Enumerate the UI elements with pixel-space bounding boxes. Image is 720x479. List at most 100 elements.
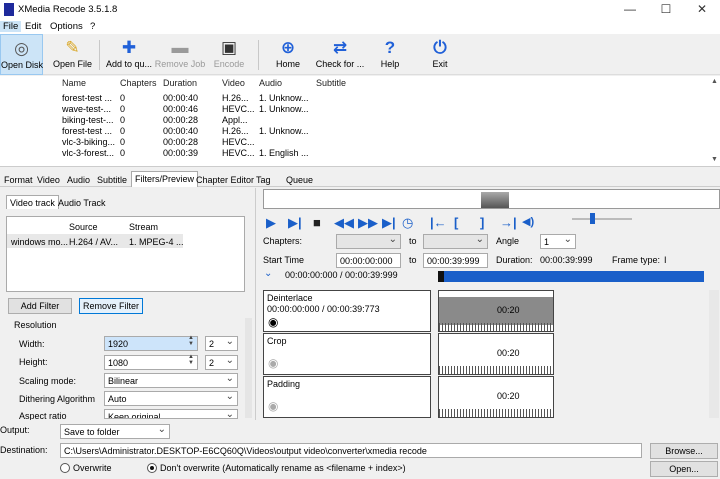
chapter-end-select[interactable] [423,234,488,249]
dont-overwrite-label: Don't overwrite (Automatically rename as… [160,463,406,473]
scaling-mode-select[interactable]: Bilinear [104,373,238,388]
eye-icon[interactable]: ◉ [268,399,278,413]
minimize-button[interactable]: — [612,0,648,20]
table-row[interactable]: forest-test ... 0 00:00:40 H.26... 1. Unknow… [0,93,700,104]
mark-out-icon[interactable]: →| [500,215,517,230]
filters-scrollbar[interactable] [709,290,719,418]
filter-timeline[interactable]: 00:20 [438,290,554,332]
tab-format[interactable]: Format [1,173,36,187]
filter-crop[interactable]: Crop ◉ [263,333,431,375]
tab-subtitle[interactable]: Subtitle [94,173,130,187]
open-file-button[interactable]: ✎ Open File [50,34,95,75]
timeline-time: 00:20 [497,348,520,358]
dithering-select[interactable]: Auto [104,391,238,406]
duration-label: Duration: [496,255,533,265]
column-header-video[interactable]: Video [222,78,245,92]
volume-slider-thumb[interactable] [590,213,595,224]
home-button[interactable]: ⊕ Home [268,34,308,75]
remove-job-button[interactable]: ▬ Remove Job [154,34,206,75]
table-row[interactable]: vlc-3-forest... 0 00:00:39 HEVC... 1. Englis… [0,148,700,159]
collapse-chevron-icon[interactable]: ⌄ [264,268,272,279]
chapter-start-select[interactable] [336,234,401,249]
check-for-updates-button[interactable]: ⇄ Check for ... [312,34,368,75]
row-duration: 00:00:28 [163,137,199,147]
filter-deinterlace[interactable]: Deinterlace 00:00:00:000 / 00:00:39:773 … [263,290,431,332]
add-to-queue-button[interactable]: ✚ Add to qu... [104,34,154,75]
tab-audio[interactable]: Audio [64,173,93,187]
close-button[interactable]: ✕ [684,0,720,20]
clock-icon[interactable]: ◷ [402,215,413,231]
aspect-ratio-select[interactable]: Keep original [104,409,238,419]
width-spinner[interactable]: ▲ ▼ [188,335,194,347]
open-button[interactable]: Open... [650,461,718,477]
column-header-name[interactable]: Name [62,78,86,92]
table-row[interactable]: wave-test-... 0 00:00:46 HEVC... 1. Unknow..… [0,104,700,115]
menu-file[interactable]: File [0,21,22,32]
frame-type-label: Frame type: [612,255,661,265]
file-list[interactable]: Name Chapters Duration Video Audio Subti… [0,76,720,167]
height-input[interactable]: 1080 [104,355,198,370]
end-time-input[interactable]: 00:00:39:999 [423,253,488,268]
tab-queue[interactable]: Queue [283,173,316,187]
column-header-subtitle[interactable]: Subtitle [316,78,346,92]
width-divisor-select[interactable]: 2 [205,336,238,351]
width-input[interactable]: 1920 [104,336,198,351]
play-icon[interactable]: ▶ [266,215,276,231]
filter-timeline[interactable]: 00:20 [438,376,554,418]
table-row[interactable]: biking-test-... 0 00:00:28 Appl... [0,115,700,126]
tab-filters-preview[interactable]: Filters/Preview [131,171,199,187]
exit-button[interactable]: ⏻ Exit [422,34,458,75]
track-list[interactable]: Source Stream windows mo... H.264 / AV..… [6,216,245,292]
destination-input[interactable]: C:\Users\Administrator.DESKTOP-E6CQ60Q\V… [60,443,642,458]
column-header-duration[interactable]: Duration [163,78,197,92]
title-bar: XMedia Recode 3.5.1.8 — ☐ ✕ [0,0,720,20]
eye-icon[interactable]: ◉ [268,356,278,370]
stop-icon[interactable]: ■ [313,215,321,230]
height-spinner[interactable]: ▲ ▼ [188,354,194,366]
tab-chapter-editor[interactable]: Chapter Editor [193,173,257,187]
filter-padding[interactable]: Padding ◉ [263,376,431,418]
start-time-input[interactable]: 00:00:00:000 [336,253,401,268]
output-label: Output: [0,425,30,435]
scroll-up-arrow[interactable]: ▲ [711,78,718,85]
eye-icon[interactable]: ◉ [268,315,278,329]
overwrite-radio[interactable] [60,463,70,473]
next-frame-icon[interactable]: ▶| [288,215,302,231]
subtab-video-track[interactable]: Video track [6,195,59,209]
help-button[interactable]: ? Help [372,34,408,75]
browse-button[interactable]: Browse... [650,443,718,459]
encode-button[interactable]: ▣ Encode [208,34,250,75]
mark-in-icon[interactable]: |← [430,215,447,230]
output-select[interactable]: Save to folder [60,424,170,439]
angle-select[interactable]: 1 [540,234,576,249]
filter-timeline[interactable]: 00:20 [438,333,554,375]
menu-help[interactable]: ? [90,21,95,32]
column-header-chapters[interactable]: Chapters [120,78,157,92]
table-row[interactable]: vlc-3-biking... 0 00:00:28 HEVC... [0,137,700,148]
scroll-down-arrow[interactable]: ▼ [711,156,718,163]
rewind-icon[interactable]: ◀◀ [334,215,354,231]
tab-video[interactable]: Video [34,173,63,187]
height-divisor-select[interactable]: 2 [205,355,238,370]
table-row[interactable]: forest-test ... 0 00:00:40 H.26... 1. Unknow… [0,126,700,137]
column-header-audio[interactable]: Audio [259,78,282,92]
menu-edit[interactable]: Edit [25,21,41,32]
end-icon[interactable]: ▶| [382,215,396,231]
menu-options[interactable]: Options [50,21,83,32]
volume-slider[interactable] [572,218,632,220]
dont-overwrite-radio[interactable] [147,463,157,473]
bracket-right-icon[interactable]: ] [480,215,484,230]
remove-filter-button[interactable]: Remove Filter [79,298,143,314]
add-filter-button[interactable]: Add Filter [8,298,72,314]
position-marker[interactable] [438,271,444,282]
left-panel-scrollbar[interactable] [245,318,252,418]
maximize-button[interactable]: ☐ [648,0,684,20]
fast-forward-icon[interactable]: ▶▶ [358,215,378,231]
position-bar[interactable] [438,271,704,282]
bracket-left-icon[interactable]: [ [454,215,458,230]
volume-icon[interactable]: ◀) [522,215,534,228]
open-disk-button[interactable]: ◎ Open Disk [0,34,43,75]
subtab-audio-track[interactable]: Audio Track [55,196,109,210]
chapters-to-label: to [409,236,417,246]
tab-tag[interactable]: Tag [253,173,274,187]
